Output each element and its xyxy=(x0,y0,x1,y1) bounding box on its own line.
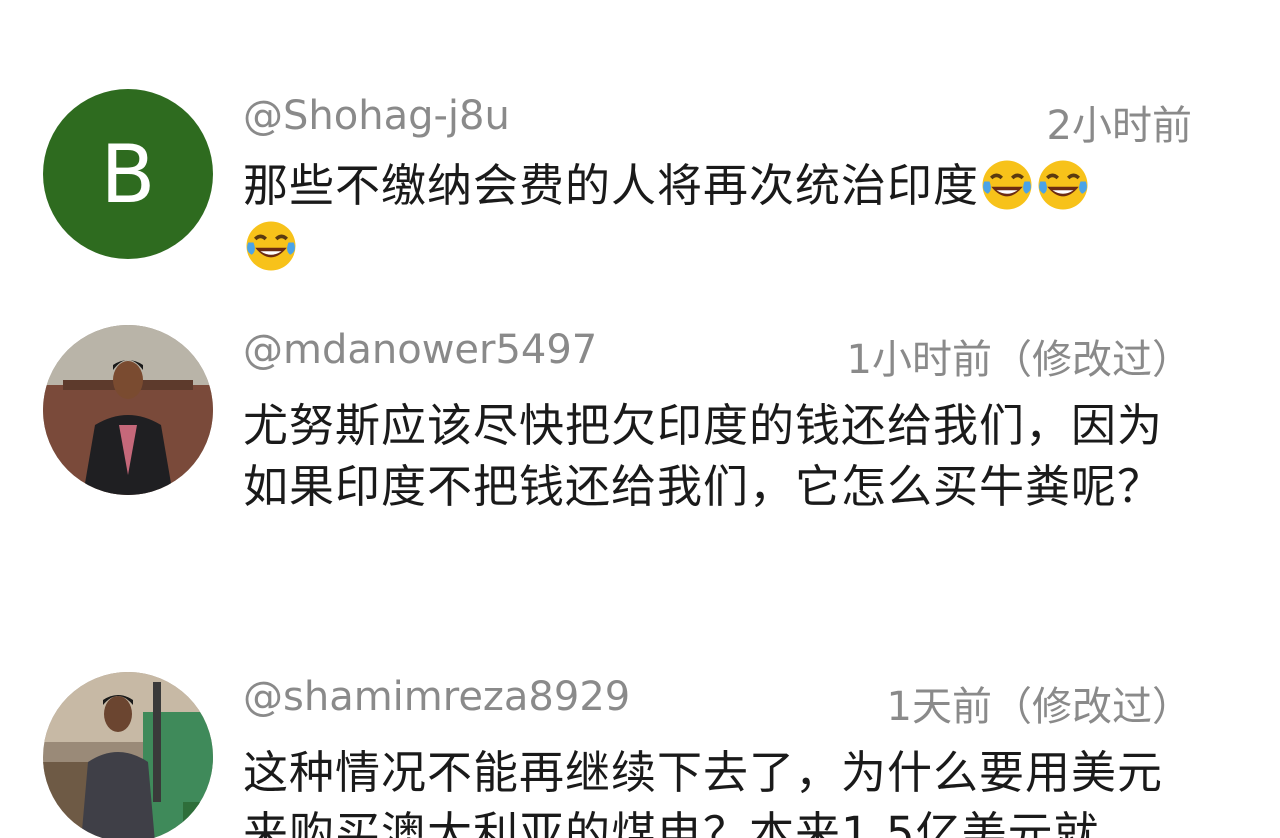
comment-text: 那些不缴纳会费的人将再次统治印度 xyxy=(243,155,1203,277)
comment-text: 这种情况不能再继续下去了，为什么要用美元来购买澳大利亚的煤电？本来1.5亿美元就 xyxy=(243,746,1164,838)
comment-timestamp: 1天前（修改过） xyxy=(886,684,1192,730)
avatar-letter: B xyxy=(100,127,156,221)
comment-text-content: 那些不缴纳会费的人将再次统治印度 xyxy=(243,159,980,212)
comment-list: B @Shohag-j8u 2小时前 那些不缴纳会费的人将再次统治印度 @mda… xyxy=(0,0,1280,838)
avatar[interactable] xyxy=(43,325,213,495)
avatar[interactable] xyxy=(43,672,213,838)
comment-username[interactable]: @mdanower5497 xyxy=(243,327,597,373)
avatar[interactable]: B xyxy=(43,89,213,259)
tears-of-joy-icon xyxy=(246,221,296,271)
tears-of-joy-icon xyxy=(1038,160,1088,210)
tears-of-joy-icon xyxy=(982,160,1032,210)
comment-text: 尤努斯应该尽快把欠印度的钱还给我们，因为如果印度不把钱还给我们，它怎么买牛粪呢？ xyxy=(243,399,1164,513)
comment-username[interactable]: @Shohag-j8u xyxy=(243,93,510,139)
comment-username[interactable]: @shamimreza8929 xyxy=(243,674,630,720)
user-photo-avatar xyxy=(43,325,213,495)
comment-timestamp: 1小时前（修改过） xyxy=(846,337,1192,383)
user-photo-avatar xyxy=(43,672,213,838)
comment-timestamp: 2小时前 xyxy=(1046,103,1192,149)
